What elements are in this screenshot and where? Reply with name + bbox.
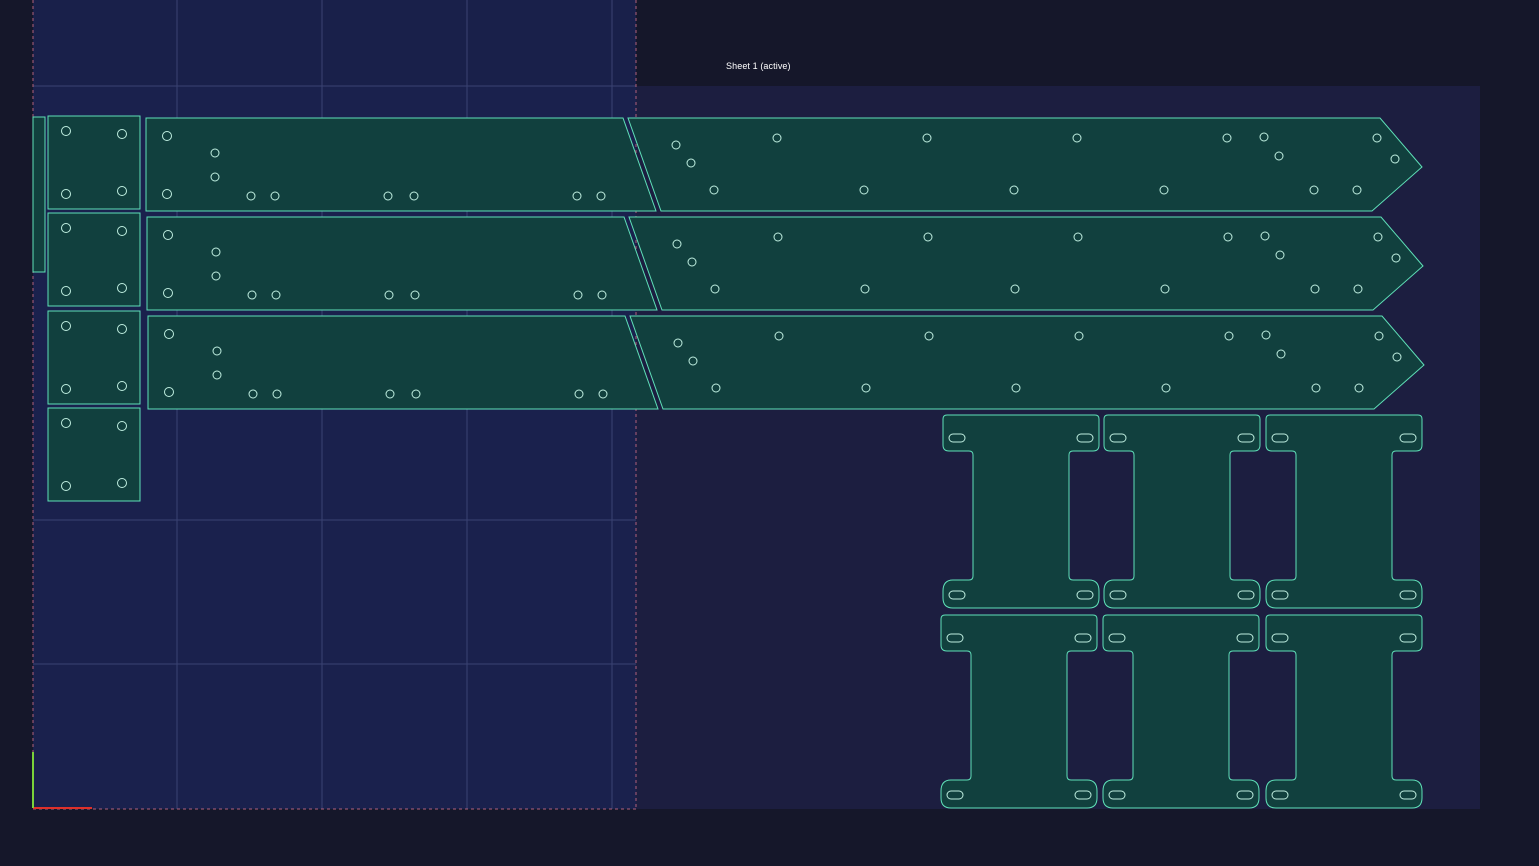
nesting-canvas[interactable]: Sheet 1 (active) <box>0 0 1539 861</box>
part-long-beam[interactable] <box>147 315 659 410</box>
sheet-label: Sheet 1 (active) <box>726 61 791 71</box>
part-arrow-beam[interactable] <box>628 216 1424 311</box>
part-thin-strip[interactable] <box>32 116 46 273</box>
part-long-beam[interactable] <box>145 117 657 212</box>
part-arrow-beam[interactable] <box>627 117 1423 212</box>
part-arrow-beam[interactable] <box>629 315 1425 410</box>
nesting-view[interactable] <box>0 0 1539 861</box>
part-long-beam[interactable] <box>146 216 658 311</box>
